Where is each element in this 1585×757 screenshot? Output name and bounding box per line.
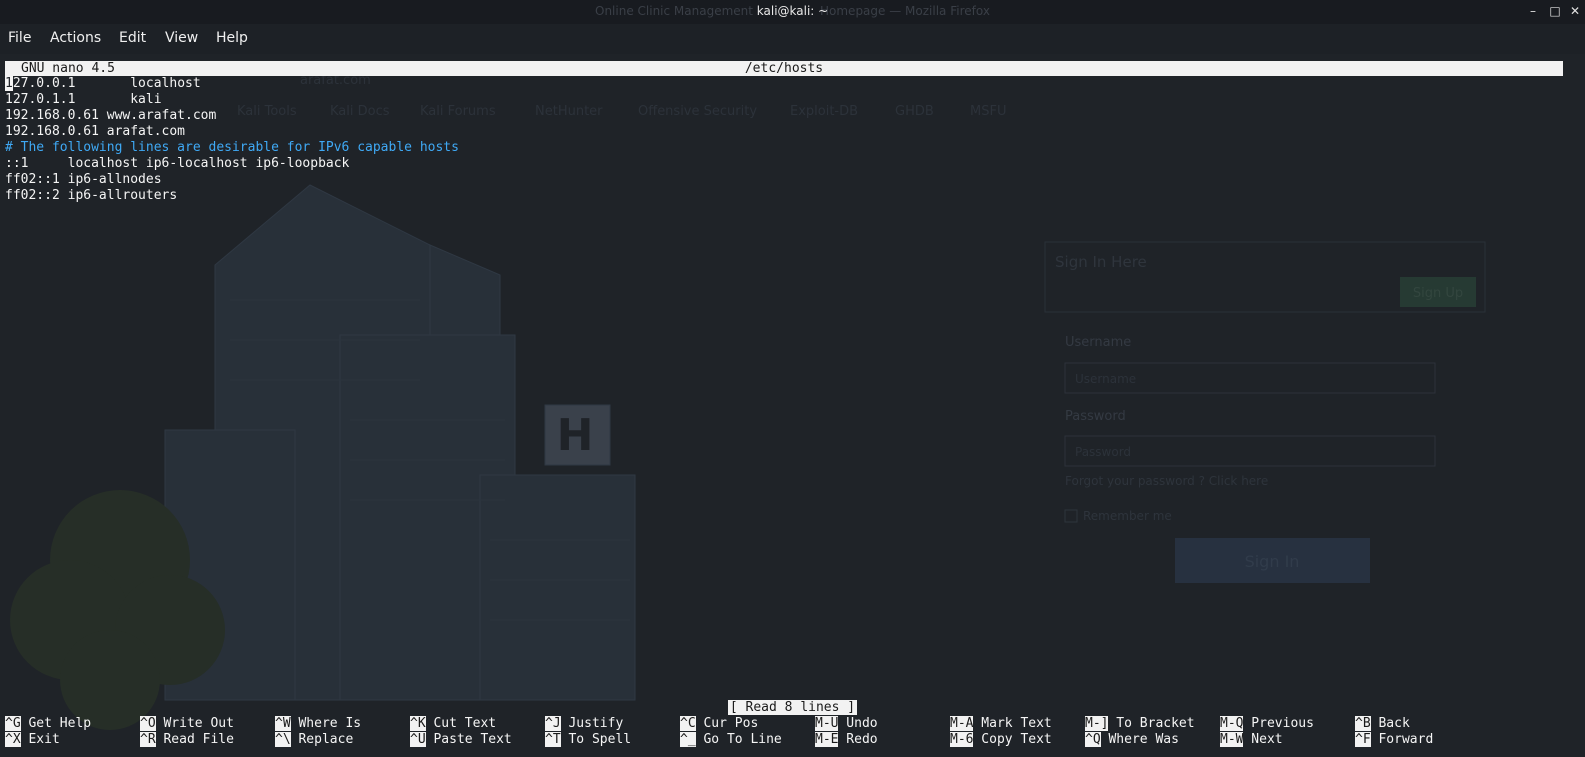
- maximize-icon[interactable]: □: [1547, 3, 1563, 19]
- shortcut-label: Go To Line: [695, 732, 782, 747]
- shortcut-label: Next: [1243, 732, 1283, 747]
- title-bar[interactable]: Online Clinic Management Homepage — Mozi…: [0, 0, 1585, 24]
- shortcut-cur-pos[interactable]: ^C Cur Pos: [680, 716, 758, 732]
- shortcut-label: Read File: [155, 732, 234, 747]
- shortcut-label: To Spell: [560, 732, 632, 747]
- shortcut-label: Redo: [838, 732, 878, 747]
- shortcut-key: ^K: [410, 716, 426, 731]
- shortcut-undo[interactable]: M-U Undo: [815, 716, 878, 732]
- buffer-line-5[interactable]: # The following lines are desirable for …: [5, 140, 1565, 156]
- shortcut-key: M-W: [1220, 732, 1244, 747]
- buffer-line-4[interactable]: 192.168.0.61 arafat.com: [5, 124, 1565, 140]
- shortcut-key: M-]: [1085, 716, 1109, 731]
- shortcut-label: Previous: [1243, 716, 1314, 731]
- shortcut-write-out[interactable]: ^O Write Out: [140, 716, 234, 732]
- shortcut-label: Mark Text: [973, 716, 1052, 731]
- buffer-line-1-rest: 27.0.0.1 localhost: [12, 76, 201, 91]
- window-title: kali@kali: ~: [756, 4, 829, 18]
- shortcut-forward[interactable]: ^F Forward: [1355, 732, 1433, 748]
- shortcut-key: ^G: [5, 716, 21, 731]
- shortcut-label: Paste Text: [425, 732, 512, 747]
- status-message: [ Read 8 lines ]: [727, 700, 858, 715]
- shortcut-replace[interactable]: ^\ Replace: [275, 732, 353, 748]
- menu-actions[interactable]: Actions: [50, 30, 101, 46]
- shortcut-paste-text[interactable]: ^U Paste Text: [410, 732, 512, 748]
- shortcut-label: Replace: [290, 732, 354, 747]
- shortcut-key: ^_: [680, 732, 696, 747]
- shortcut-key: M-A: [950, 716, 974, 731]
- shortcut-exit[interactable]: ^X Exit: [5, 732, 60, 748]
- editor-buffer[interactable]: 127.0.0.1 localhost 127.0.1.1 kali 192.1…: [5, 76, 1565, 204]
- shortcut-key: ^W: [275, 716, 291, 731]
- shortcut-key: ^Q: [1085, 732, 1101, 747]
- shortcut-previous[interactable]: M-Q Previous: [1220, 716, 1314, 732]
- shortcut-justify[interactable]: ^J Justify: [545, 716, 623, 732]
- status-line: [ Read 8 lines ]: [0, 700, 1585, 715]
- shortcut-label: Copy Text: [973, 732, 1052, 747]
- shortcut-to-bracket[interactable]: M-] To Bracket: [1085, 716, 1195, 732]
- shortcut-key: ^B: [1355, 716, 1371, 731]
- shortcut-label: Undo: [838, 716, 878, 731]
- shortcut-key: ^J: [545, 716, 561, 731]
- buffer-line-1[interactable]: 127.0.0.1 localhost: [5, 76, 1565, 92]
- shortcut-label: Cut Text: [425, 716, 497, 731]
- shortcut-to-spell[interactable]: ^T To Spell: [545, 732, 631, 748]
- shortcut-back[interactable]: ^B Back: [1355, 716, 1410, 732]
- buffer-line-6[interactable]: ::1 localhost ip6-localhost ip6-loopback: [5, 156, 1565, 172]
- buffer-line-8[interactable]: ff02::2 ip6-allrouters: [5, 188, 1565, 204]
- close-icon[interactable]: ✕: [1567, 3, 1583, 19]
- shortcut-label: Where Was: [1100, 732, 1179, 747]
- shortcut-bar: ^G Get Help ^X Exit ^O Write Out ^R Read Fi…: [5, 716, 1580, 748]
- shortcut-next[interactable]: M-W Next: [1220, 732, 1283, 748]
- shortcut-label: Get Help: [20, 716, 92, 731]
- terminal-window: H Sign In Here Sign Up Username Username…: [0, 0, 1585, 757]
- buffer-line-3[interactable]: 192.168.0.61 www.arafat.com: [5, 108, 1565, 124]
- buffer-line-2[interactable]: 127.0.1.1 kali: [5, 92, 1565, 108]
- shortcut-cut-text[interactable]: ^K Cut Text: [410, 716, 496, 732]
- shortcut-key: ^O: [140, 716, 156, 731]
- shortcut-label: To Bracket: [1108, 716, 1195, 731]
- minimize-icon[interactable]: –: [1525, 3, 1541, 19]
- shortcut-read-file[interactable]: ^R Read File: [140, 732, 234, 748]
- menu-view[interactable]: View: [165, 30, 198, 46]
- buffer-line-7[interactable]: ff02::1 ip6-allnodes: [5, 172, 1565, 188]
- shortcut-key: ^\: [275, 732, 291, 747]
- shortcut-key: M-U: [815, 716, 839, 731]
- shortcut-key: M-Q: [1220, 716, 1244, 731]
- nano-title-bar: GNU nano 4.5 /etc/hosts: [5, 61, 1563, 76]
- shortcut-key: ^F: [1355, 732, 1371, 747]
- shortcut-label: Back: [1370, 716, 1410, 731]
- shortcut-label: Forward: [1370, 732, 1434, 747]
- shortcut-key: ^X: [5, 732, 21, 747]
- text-cursor: 1: [5, 76, 13, 91]
- shortcut-mark-text[interactable]: M-A Mark Text: [950, 716, 1052, 732]
- shortcut-redo[interactable]: M-E Redo: [815, 732, 878, 748]
- shortcut-where-is[interactable]: ^W Where Is: [275, 716, 361, 732]
- shortcut-key: ^T: [545, 732, 561, 747]
- shortcut-copy-text[interactable]: M-6 Copy Text: [950, 732, 1052, 748]
- shortcut-key: ^C: [680, 716, 696, 731]
- shortcut-key: ^R: [140, 732, 156, 747]
- shortcut-where-was[interactable]: ^Q Where Was: [1085, 732, 1179, 748]
- menu-edit[interactable]: Edit: [119, 30, 146, 46]
- shortcut-key: M-E: [815, 732, 839, 747]
- menu-file[interactable]: File: [8, 30, 31, 46]
- shortcut-label: Where Is: [290, 716, 362, 731]
- shortcut-go-to-line[interactable]: ^_ Go To Line: [680, 732, 782, 748]
- shortcut-label: Write Out: [155, 716, 234, 731]
- shortcut-get-help[interactable]: ^G Get Help: [5, 716, 91, 732]
- shortcut-key: M-6: [950, 732, 974, 747]
- shortcut-label: Justify: [560, 716, 624, 731]
- menu-help[interactable]: Help: [216, 30, 248, 46]
- terminal-area[interactable]: GNU nano 4.5 /etc/hosts 127.0.0.1 localh…: [0, 54, 1585, 757]
- shortcut-label: Cur Pos: [695, 716, 759, 731]
- shortcut-key: ^U: [410, 732, 426, 747]
- nano-filename: /etc/hosts: [744, 61, 824, 76]
- shortcut-label: Exit: [20, 732, 60, 747]
- menu-bar: File Actions Edit View Help: [0, 24, 1585, 54]
